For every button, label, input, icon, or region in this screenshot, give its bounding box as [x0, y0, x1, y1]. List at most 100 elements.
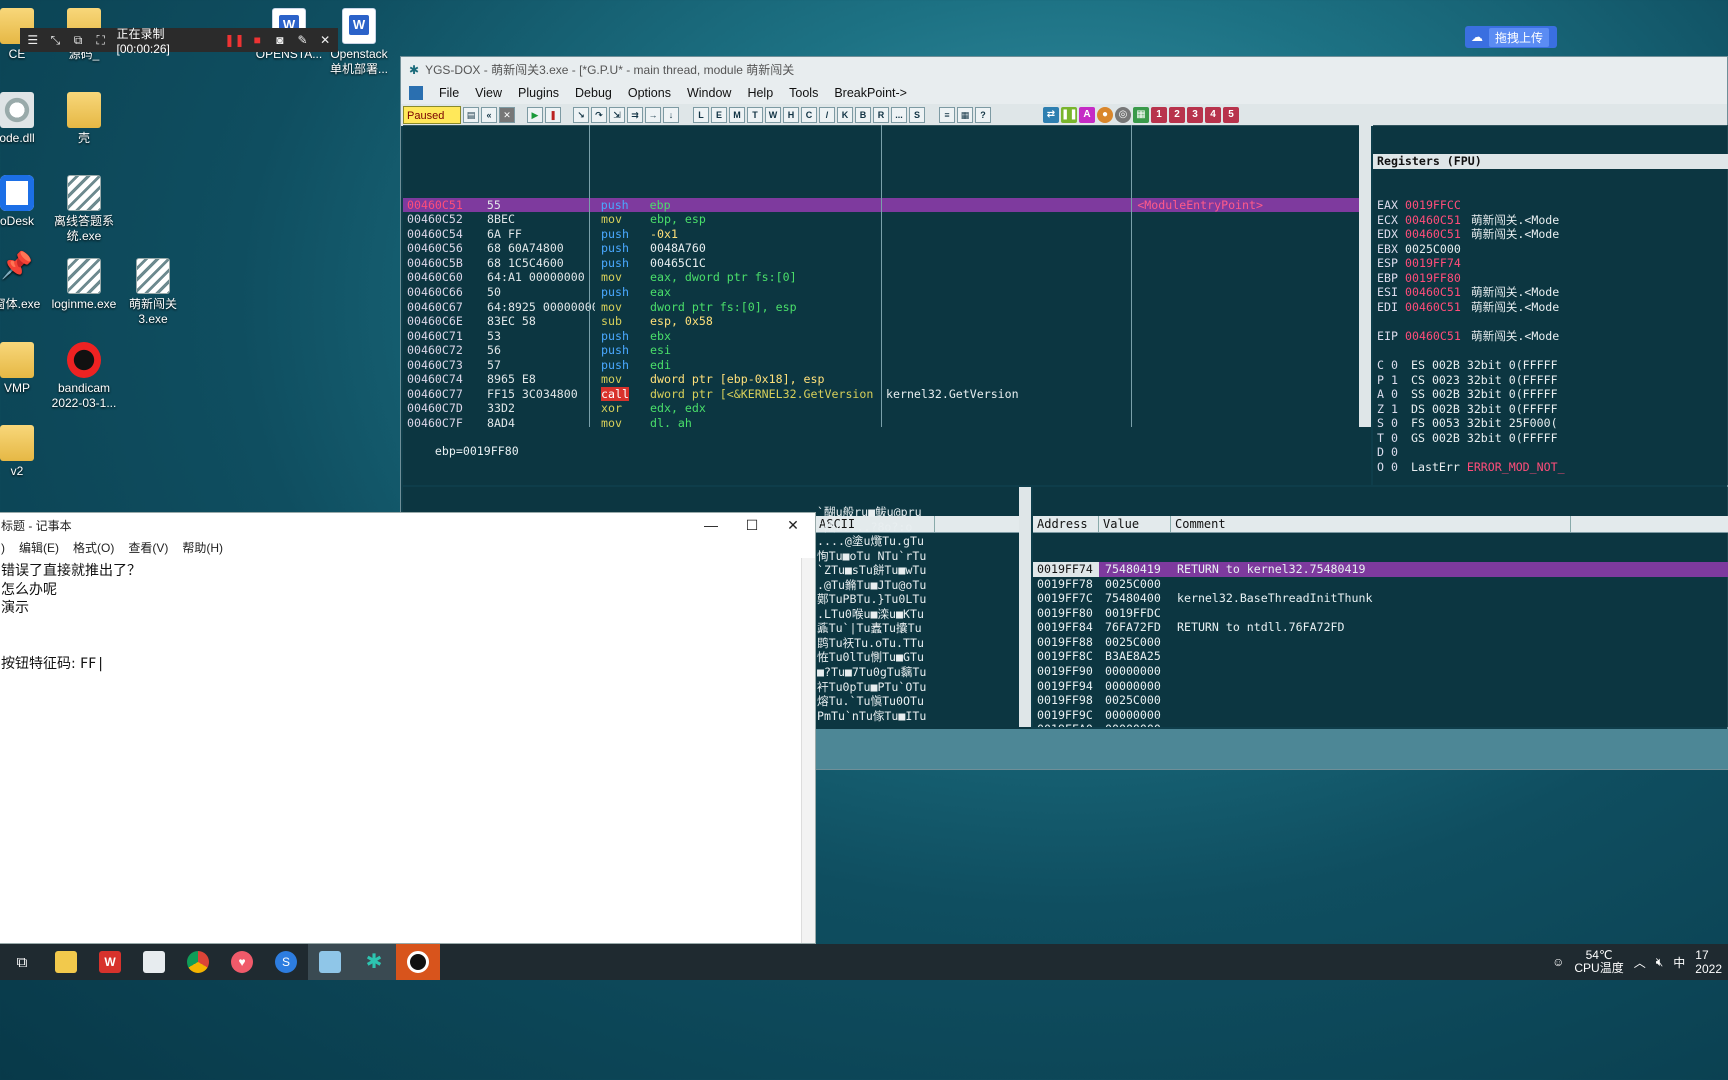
- notepad-menu-item[interactable]: 查看(V): [128, 539, 168, 556]
- register-row[interactable]: EBX 0025C000: [1373, 242, 1728, 257]
- plugin-icon[interactable]: ⇄: [1043, 107, 1059, 123]
- register-row[interactable]: C 0 ES 002B 32bit 0(FFFFF: [1373, 358, 1728, 373]
- collapse-icon[interactable]: ⤡: [49, 33, 63, 47]
- menu-item-file[interactable]: File: [439, 86, 459, 100]
- menu-item-window[interactable]: Window: [687, 86, 731, 100]
- toolbar-window-button[interactable]: L: [693, 107, 709, 123]
- toolbar-number-button[interactable]: 2: [1169, 107, 1185, 123]
- register-row[interactable]: A 0 SS 002B 32bit 0(FFFFF: [1373, 387, 1728, 402]
- disasm-scrollbar[interactable]: [1359, 125, 1371, 427]
- menu-item-plugins[interactable]: Plugins: [518, 86, 559, 100]
- toolbar-window-button[interactable]: S: [909, 107, 925, 123]
- minimize-icon[interactable]: —: [691, 513, 731, 537]
- notepad-scrollbar[interactable]: [801, 558, 815, 943]
- stack-header[interactable]: Value: [1099, 516, 1171, 533]
- toolbar-window-button[interactable]: H: [783, 107, 799, 123]
- trace-over-icon[interactable]: ⇉: [627, 107, 643, 123]
- stack-row[interactable]: 0019FF90 00000000: [1033, 664, 1728, 679]
- close-process-icon[interactable]: ✕: [499, 107, 515, 123]
- desktop-icon[interactable]: 壳: [45, 92, 123, 146]
- toolbar-window-button[interactable]: R: [873, 107, 889, 123]
- disassembly-pane[interactable]: 00460C51 55 push ebp <ModuleEntryPoint> 00460…: [403, 125, 1359, 427]
- register-row[interactable]: EDI 00460C51 萌新闯关.<Mode: [1373, 300, 1728, 315]
- goto-icon[interactable]: ↓: [663, 107, 679, 123]
- step-over-icon[interactable]: ↷: [591, 107, 607, 123]
- plugin-pause-icon[interactable]: ❚❚: [1061, 107, 1078, 123]
- stack-row[interactable]: 0019FF7C 75480400 kernel32.BaseThreadInitT…: [1033, 591, 1728, 606]
- menu-item-debug[interactable]: Debug: [575, 86, 612, 100]
- taskbar-wps[interactable]: W: [88, 944, 132, 980]
- register-row[interactable]: [1373, 475, 1728, 485]
- maximize-icon[interactable]: ☐: [732, 513, 772, 537]
- region-icon[interactable]: ⧉: [71, 33, 85, 47]
- toolbar-window-button[interactable]: /: [819, 107, 835, 123]
- notepad-menu-item[interactable]: 帮助(H): [182, 539, 223, 556]
- execute-till-return-icon[interactable]: →: [645, 107, 661, 123]
- toolbar-window-button[interactable]: K: [837, 107, 853, 123]
- volume-muted-icon[interactable]: 🔇︎: [1656, 955, 1664, 970]
- ime-indicator[interactable]: 中: [1673, 954, 1685, 971]
- chevron-up-icon[interactable]: ︿: [1634, 954, 1646, 971]
- plugin-grid-icon[interactable]: ▦: [1133, 107, 1149, 123]
- stack-row[interactable]: 0019FFA000000000: [1033, 722, 1728, 727]
- toolbar-window-button[interactable]: B: [855, 107, 871, 123]
- stack-row[interactable]: 0019FF74 75480419 RETURN to kernel32.75480…: [1033, 562, 1728, 577]
- toolbar-number-button[interactable]: 3: [1187, 107, 1203, 123]
- desktop-icon[interactable]: 离线答题系 统.exe: [45, 175, 123, 244]
- notepad-menu-item[interactable]: 编辑(E): [19, 539, 59, 556]
- dump-scrollbar[interactable]: [1019, 487, 1031, 727]
- notepad-menu-item[interactable]: ): [1, 541, 5, 555]
- register-row[interactable]: O 0 LastErr ERROR_MOD_NOT_: [1373, 460, 1728, 475]
- run-icon[interactable]: ▶: [527, 107, 543, 123]
- stack-row[interactable]: 0019FF8C B3AE8A25: [1033, 649, 1728, 664]
- stack-pane[interactable]: Address Value Comment 0019FF74 75480419 RETU…: [1033, 487, 1728, 727]
- stack-row[interactable]: 0019FF78 0025C000: [1033, 577, 1728, 592]
- taskbar-file-explorer[interactable]: [44, 944, 88, 980]
- people-icon[interactable]: ☺: [1552, 955, 1564, 969]
- desktop-icon[interactable]: loginme.exe: [45, 258, 123, 312]
- toolbar-window-button[interactable]: T: [747, 107, 763, 123]
- stack-row[interactable]: 0019FF9C 00000000: [1033, 708, 1728, 723]
- plugin-a-icon[interactable]: A: [1079, 107, 1095, 123]
- options-icon[interactable]: ▦: [957, 107, 973, 123]
- register-row[interactable]: ESI 00460C51 萌新闯关.<Mode: [1373, 285, 1728, 300]
- register-row[interactable]: ECX 00460C51 萌新闯关.<Mode: [1373, 213, 1728, 228]
- registers-pane[interactable]: Registers (FPU) EAX 0019FFCC ECX 00460C51 萌新…: [1373, 125, 1728, 485]
- stack-row[interactable]: 0019FF98 0025C000: [1033, 693, 1728, 708]
- notepad-menu-item[interactable]: 格式(O): [73, 539, 114, 556]
- toolbar-window-button[interactable]: ...: [891, 107, 907, 123]
- close-icon[interactable]: ✕: [773, 513, 813, 537]
- help-icon[interactable]: ?: [975, 107, 991, 123]
- stack-row[interactable]: 0019FF80 0019FFDC: [1033, 606, 1728, 621]
- register-row[interactable]: S 0 FS 0053 32bit 25F000(: [1373, 416, 1728, 431]
- desktop-icon[interactable]: bandicam 2022-03-1...: [45, 342, 123, 411]
- trace-into-icon[interactable]: ⇲: [609, 107, 625, 123]
- taskbar-notepad[interactable]: [308, 944, 352, 980]
- register-row[interactable]: D 0: [1373, 445, 1728, 460]
- notepad-titlebar[interactable]: 标题 - 记事本 — ☐ ✕: [0, 513, 815, 537]
- pause-icon[interactable]: ❚❚: [224, 33, 244, 47]
- close-icon[interactable]: ✕: [318, 33, 332, 47]
- stack-row[interactable]: 0019FF84 76FA72FD RETURN to ntdll.76FA72FD: [1033, 620, 1728, 635]
- menu-item-help[interactable]: Help: [747, 86, 773, 100]
- pause-button-icon[interactable]: ❚: [545, 107, 561, 123]
- menu-item-breakpoint[interactable]: BreakPoint->: [834, 86, 907, 100]
- task-view-button[interactable]: ⧉: [0, 944, 44, 980]
- list-icon[interactable]: ≡: [939, 107, 955, 123]
- register-row[interactable]: [1373, 315, 1728, 330]
- toolbar-number-button[interactable]: 4: [1205, 107, 1221, 123]
- menu-item-options[interactable]: Options: [628, 86, 671, 100]
- register-row[interactable]: EAX 0019FFCC: [1373, 198, 1728, 213]
- pen-icon[interactable]: ✎: [296, 33, 310, 47]
- upload-badge[interactable]: ☁ 拖拽上传: [1465, 26, 1557, 48]
- toolbar-number-button[interactable]: 5: [1223, 107, 1239, 123]
- plugin-circle-icon[interactable]: ●: [1097, 107, 1113, 123]
- taskbar-app[interactable]: [132, 944, 176, 980]
- debugger-titlebar[interactable]: ✱ YGS-DOX - 萌新闯关3.exe - [*G.P.U* - main …: [401, 57, 1727, 82]
- register-row[interactable]: T 0 GS 002B 32bit 0(FFFFF: [1373, 431, 1728, 446]
- register-row[interactable]: ESP 0019FF74: [1373, 256, 1728, 271]
- menu-item-tools[interactable]: Tools: [789, 86, 818, 100]
- desktop-icon[interactable]: 萌新闯关 3.exe: [114, 258, 192, 327]
- register-row[interactable]: EDX 00460C51 萌新闯关.<Mode: [1373, 227, 1728, 242]
- open-icon[interactable]: ▤: [463, 107, 479, 123]
